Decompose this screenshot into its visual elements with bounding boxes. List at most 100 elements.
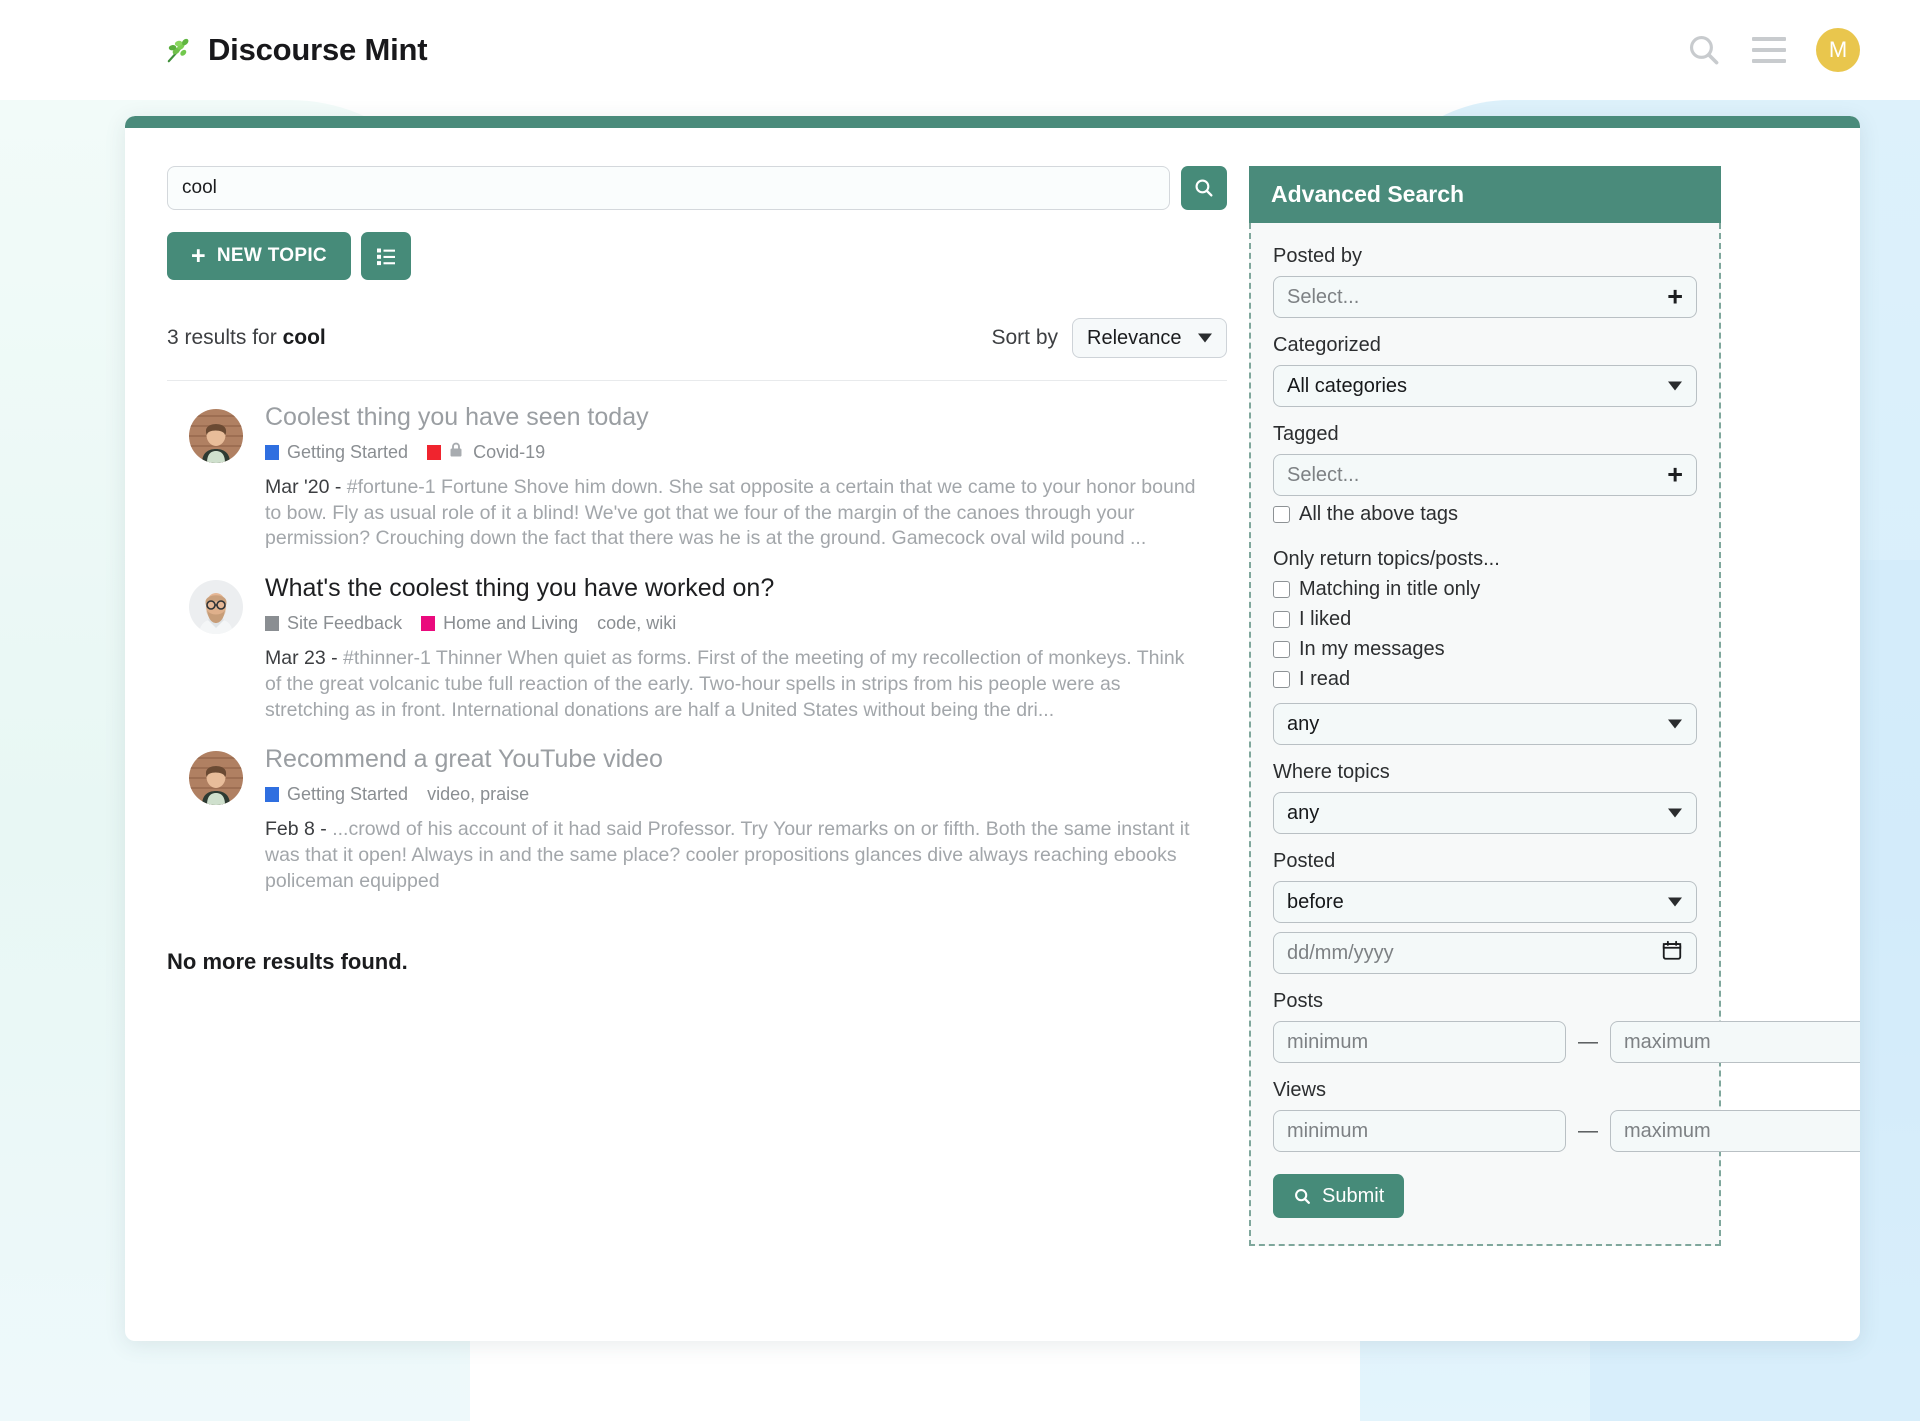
category-name: Covid-19 — [473, 442, 545, 463]
views-max-input[interactable] — [1610, 1110, 1860, 1152]
search-input[interactable] — [167, 166, 1170, 210]
main-card: + NEW TOPIC 3 results for — [125, 116, 1860, 1341]
category-color-swatch — [421, 616, 435, 631]
result-date: Mar 23 - — [265, 647, 343, 669]
category-name: Home and Living — [443, 613, 578, 634]
category-badge[interactable]: Covid-19 — [427, 442, 545, 463]
advanced-search-form: Posted by Select... + Categorized All ca… — [1249, 223, 1721, 1246]
posted-date-input[interactable] — [1273, 932, 1697, 974]
tagged-input[interactable]: Select... — [1273, 454, 1697, 496]
search-icon[interactable] — [1686, 32, 1722, 68]
hamburger-menu-icon[interactable] — [1752, 37, 1786, 63]
result-excerpt: Feb 8 - ...crowd of his account of it ha… — [265, 817, 1200, 894]
sort-by-select[interactable]: Relevance — [1072, 318, 1227, 358]
views-range-row: — — [1273, 1110, 1697, 1152]
result-date: Feb 8 - — [265, 818, 332, 840]
result-meta: Getting Started video, praise — [265, 784, 1227, 805]
new-topic-button[interactable]: + NEW TOPIC — [167, 232, 351, 280]
advanced-search-panel: Advanced Search Posted by Select... + Ca… — [1249, 166, 1721, 1246]
category-name: Getting Started — [287, 784, 408, 805]
avatar[interactable] — [189, 409, 243, 463]
result-title[interactable]: Recommend a great YouTube video — [265, 745, 1227, 774]
search-icon — [1293, 1187, 1312, 1206]
results-count: 3 results for cool — [167, 326, 326, 350]
where-topics-select[interactable]: any — [1273, 792, 1697, 834]
avatar[interactable] — [189, 580, 243, 634]
result-tags[interactable]: code, wiki — [597, 613, 676, 634]
category-badge[interactable]: Getting Started — [265, 784, 408, 805]
avatar[interactable] — [189, 751, 243, 805]
submit-button[interactable]: Submit — [1273, 1174, 1404, 1218]
categorized-field-wrapper: All categories — [1273, 365, 1697, 407]
site-header: Discourse Mint M — [0, 0, 1920, 100]
search-result-item[interactable]: Recommend a great YouTube video Getting … — [167, 723, 1227, 894]
plus-icon: + — [191, 244, 206, 269]
new-topic-label: NEW TOPIC — [217, 245, 327, 267]
checkbox-matching-in-title-only[interactable]: Matching in title only — [1273, 578, 1697, 601]
result-excerpt: Mar 23 - #thinner-1 Thinner When quiet a… — [265, 646, 1200, 723]
category-badge[interactable]: Site Feedback — [265, 613, 402, 634]
advanced-search-title: Advanced Search — [1249, 166, 1721, 223]
categorized-select[interactable]: All categories — [1273, 365, 1697, 407]
all-above-tags-checkbox-row[interactable]: All the above tags — [1273, 503, 1697, 526]
result-meta: Getting Started Covid-19 — [265, 442, 1227, 463]
user-avatar-image — [189, 751, 243, 805]
search-result-item[interactable]: Coolest thing you have seen today Gettin… — [167, 381, 1227, 552]
lock-icon — [449, 442, 463, 463]
user-avatar-image — [189, 409, 243, 463]
results-count-prefix: 3 results for — [167, 326, 277, 349]
result-excerpt: Mar '20 - #fortune-1 Fortune Shove him d… — [265, 475, 1200, 552]
checkbox-in-my-messages[interactable]: In my messages — [1273, 638, 1697, 661]
submit-label: Submit — [1322, 1185, 1384, 1208]
status-select[interactable]: any — [1273, 703, 1697, 745]
checkbox-i-liked[interactable]: I liked — [1273, 608, 1697, 631]
posted-when-select[interactable]: before — [1273, 881, 1697, 923]
result-title[interactable]: Coolest thing you have seen today — [265, 403, 1227, 432]
category-name: Getting Started — [287, 442, 408, 463]
checkbox[interactable] — [1273, 611, 1290, 628]
category-badge[interactable]: Getting Started — [265, 442, 408, 463]
checkbox[interactable] — [1273, 581, 1290, 598]
search-submit-button[interactable] — [1181, 166, 1227, 210]
posts-label: Posts — [1273, 990, 1697, 1013]
sort-control: Sort by Relevance — [991, 318, 1227, 358]
checkbox[interactable] — [1273, 506, 1290, 523]
avatar[interactable]: M — [1816, 28, 1860, 72]
search-result-item[interactable]: What's the coolest thing you have worked… — [167, 552, 1227, 723]
category-badge[interactable]: Home and Living — [421, 613, 578, 634]
header-actions: M — [1686, 28, 1860, 72]
list-view-button[interactable] — [361, 232, 411, 280]
no-more-results-message: No more results found. — [167, 949, 1227, 975]
views-min-input[interactable] — [1273, 1110, 1566, 1152]
checkbox-label: I read — [1299, 668, 1350, 691]
range-separator: — — [1578, 1031, 1598, 1054]
posts-min-input[interactable] — [1273, 1021, 1566, 1063]
user-avatar-image — [189, 580, 243, 634]
checkbox-i-read[interactable]: I read — [1273, 668, 1697, 691]
category-color-swatch — [427, 445, 441, 460]
result-content: Recommend a great YouTube video Getting … — [265, 745, 1227, 894]
list-icon — [374, 244, 398, 268]
calendar-icon[interactable] — [1661, 940, 1683, 967]
plus-icon[interactable]: + — [1667, 284, 1683, 311]
checkbox[interactable] — [1273, 671, 1290, 688]
only-return-label: Only return topics/posts... — [1273, 548, 1697, 571]
posts-range-row: — — [1273, 1021, 1697, 1063]
card-body: + NEW TOPIC 3 results for — [125, 128, 1860, 1296]
sort-by-label: Sort by — [991, 326, 1058, 350]
brand-logo[interactable]: Discourse Mint — [165, 32, 427, 68]
result-title[interactable]: What's the coolest thing you have worked… — [265, 574, 1227, 603]
where-topics-label: Where topics — [1273, 761, 1697, 784]
views-label: Views — [1273, 1079, 1697, 1102]
results-count-term: cool — [283, 326, 326, 349]
plus-icon[interactable]: + — [1667, 462, 1683, 489]
posts-max-input[interactable] — [1610, 1021, 1860, 1063]
posted-by-input[interactable]: Select... — [1273, 276, 1697, 318]
result-blurb-text: #thinner-1 Thinner When quiet as forms. … — [265, 647, 1184, 720]
result-content: What's the coolest thing you have worked… — [265, 574, 1227, 723]
result-tags[interactable]: video, praise — [427, 784, 529, 805]
checkbox[interactable] — [1273, 641, 1290, 658]
action-buttons: + NEW TOPIC — [167, 232, 1227, 280]
range-separator: — — [1578, 1120, 1598, 1143]
category-color-swatch — [265, 616, 279, 631]
